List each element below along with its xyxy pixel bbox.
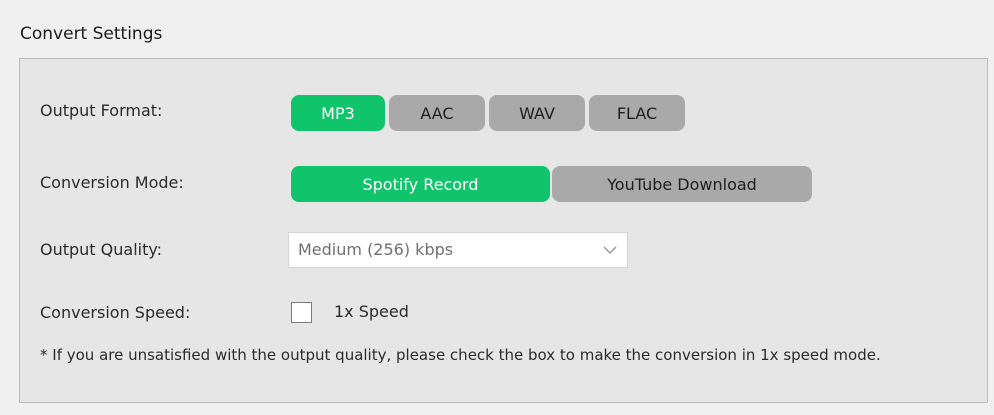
output-quality-value: Medium (256) kbps [298,240,454,259]
convert-settings-panel: Output Format: MP3 AAC WAV FLAC Conversi… [19,58,988,403]
format-wav-button[interactable]: WAV [489,95,585,131]
chevron-down-icon [603,246,617,255]
output-quality-label: Output Quality: [40,240,163,259]
output-format-label: Output Format: [40,101,163,120]
speed-1x-label[interactable]: 1x Speed [334,302,409,321]
speed-note: * If you are unsatisfied with the output… [40,346,881,364]
conversion-speed-label: Conversion Speed: [40,303,191,322]
conversion-mode-label: Conversion Mode: [40,173,184,192]
format-aac-button[interactable]: AAC [389,95,485,131]
format-mp3-button[interactable]: MP3 [291,95,385,131]
speed-1x-checkbox[interactable] [291,302,312,323]
output-quality-select[interactable]: Medium (256) kbps [288,232,628,268]
format-flac-button[interactable]: FLAC [589,95,685,131]
mode-spotify-record-button[interactable]: Spotify Record [291,166,550,202]
mode-youtube-download-button[interactable]: YouTube Download [552,166,812,202]
convert-settings-title: Convert Settings [20,24,163,44]
